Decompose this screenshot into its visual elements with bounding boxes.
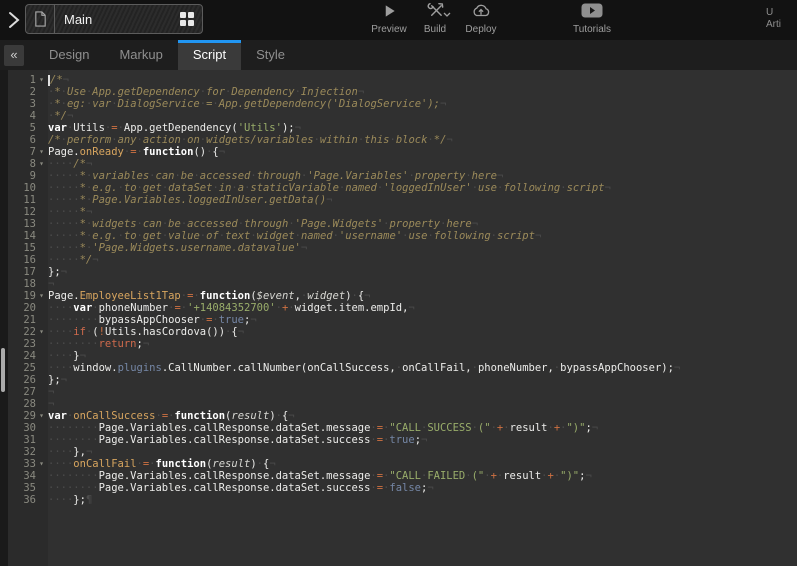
chevron-right-icon (7, 17, 21, 34)
preview-label: Preview (371, 24, 407, 35)
page-selector-dropdown[interactable]: Main (25, 4, 203, 34)
top-toolbar: Main Preview (0, 0, 797, 40)
collapsed-left-panel[interactable] (0, 70, 8, 566)
code-line[interactable]: ¬ (48, 386, 797, 398)
tab-script[interactable]: Script (178, 40, 241, 70)
code-line[interactable]: ········Page.Variables.callResponse.data… (48, 470, 797, 482)
code-line[interactable]: ········Page.Variables.callResponse.data… (48, 434, 797, 446)
scrollbar-thumb[interactable] (1, 348, 5, 392)
expand-panel-button[interactable] (7, 10, 23, 30)
build-tools-icon (427, 2, 444, 24)
artifacts-button-clipped[interactable]: U Arti (766, 7, 797, 31)
code-line[interactable]: Page.onReady·=·function()·{¬ (48, 146, 797, 158)
page-selector-value: Main (55, 12, 180, 27)
code-line[interactable]: var·onCallSuccess·=·function(result)·{¬ (48, 410, 797, 422)
code-line[interactable]: var·Utils·=·App.getDependency('Utils');¬ (48, 122, 797, 134)
code-line[interactable]: ·····*·widgets·can·be·accessed·through·'… (48, 218, 797, 230)
code-line[interactable]: ·····*¬ (48, 206, 797, 218)
app-window: Main Preview (0, 0, 797, 566)
code-line[interactable]: };¬ (48, 266, 797, 278)
code-line[interactable]: ········Page.Variables.callResponse.data… (48, 422, 797, 434)
code-line[interactable]: ····/*¬ (48, 158, 797, 170)
code-line[interactable]: Page.EmployeeList1Tap·=·function($event,… (48, 290, 797, 302)
editor-tab-bar: « Design Markup Script Style (0, 40, 797, 70)
tutorials-label: Tutorials (573, 24, 611, 35)
build-button[interactable]: Build (412, 3, 458, 35)
play-icon (382, 3, 397, 24)
code-line[interactable]: };¬ (48, 374, 797, 386)
video-play-icon (581, 3, 603, 23)
code-line[interactable]: ····onCallFail·=·function(result)·{¬ (48, 458, 797, 470)
code-line[interactable]: ····},¬ (48, 446, 797, 458)
preview-button[interactable]: Preview (366, 3, 412, 35)
code-line[interactable]: ········Page.Variables.callResponse.data… (48, 482, 797, 494)
code-line[interactable]: ·*/¬ (48, 110, 797, 122)
code-line[interactable]: ····}¬ (48, 350, 797, 362)
code-line[interactable]: ·····*·Page.Variables.loggedInUser.getDa… (48, 194, 797, 206)
code-line[interactable]: ·····*·e.g.·to·get·value·of·text·widget·… (48, 230, 797, 242)
tutorials-button[interactable]: Tutorials (566, 3, 618, 35)
grid-view-icon[interactable] (180, 12, 194, 26)
tab-markup[interactable]: Markup (104, 40, 177, 70)
collapse-sidebar-button[interactable]: « (4, 45, 24, 66)
chevron-down-icon[interactable] (443, 5, 451, 23)
code-line[interactable]: ·····*/¬ (48, 254, 797, 266)
code-line[interactable]: /*·perform·any·action·on·widgets/variabl… (48, 134, 797, 146)
script-editor[interactable]: 1▾234567▾8▾910111213141516171819▾202122▾… (0, 70, 797, 566)
cloud-upload-icon (471, 2, 491, 24)
deploy-label: Deploy (465, 24, 496, 35)
code-line[interactable]: /*¬ (48, 74, 797, 86)
page-document-icon (26, 5, 55, 33)
tab-style[interactable]: Style (241, 40, 300, 70)
tab-design[interactable]: Design (34, 40, 104, 70)
code-line[interactable]: ¬ (48, 278, 797, 290)
code-line[interactable]: ····var·phoneNumber·=·'+14084352700'·+·w… (48, 302, 797, 314)
code-line[interactable]: ····if·(!Utils.hasCordova())·{¬ (48, 326, 797, 338)
code-line[interactable]: ·····*·variables·can·be·accessed·through… (48, 170, 797, 182)
deploy-button[interactable]: Deploy (458, 3, 504, 35)
code-line[interactable]: ¬ (48, 398, 797, 410)
toolbar-actions: Preview Build (366, 3, 618, 35)
code-line[interactable]: ········bypassAppChooser·=·true;¬ (48, 314, 797, 326)
code-line[interactable]: ·····*·e.g.·to·get·dataSet·in·a·staticVa… (48, 182, 797, 194)
code-lines[interactable]: /*¬·*·Use·App.getDependency·for·Dependen… (48, 70, 797, 506)
build-label: Build (424, 24, 446, 35)
code-line[interactable]: ····};¶ (48, 494, 797, 506)
code-line[interactable]: ········return;¬ (48, 338, 797, 350)
code-line[interactable]: ····window.plugins.CallNumber.callNumber… (48, 362, 797, 374)
code-line[interactable]: ·*·Use·App.getDependency·for·Dependency·… (48, 86, 797, 98)
code-line[interactable]: ·····*·'Page.Widgets.username.datavalue'… (48, 242, 797, 254)
gutter[interactable]: 1▾234567▾8▾910111213141516171819▾202122▾… (8, 70, 48, 566)
code-line[interactable]: ·*·eg:·var·DialogService·=·App.getDepend… (48, 98, 797, 110)
